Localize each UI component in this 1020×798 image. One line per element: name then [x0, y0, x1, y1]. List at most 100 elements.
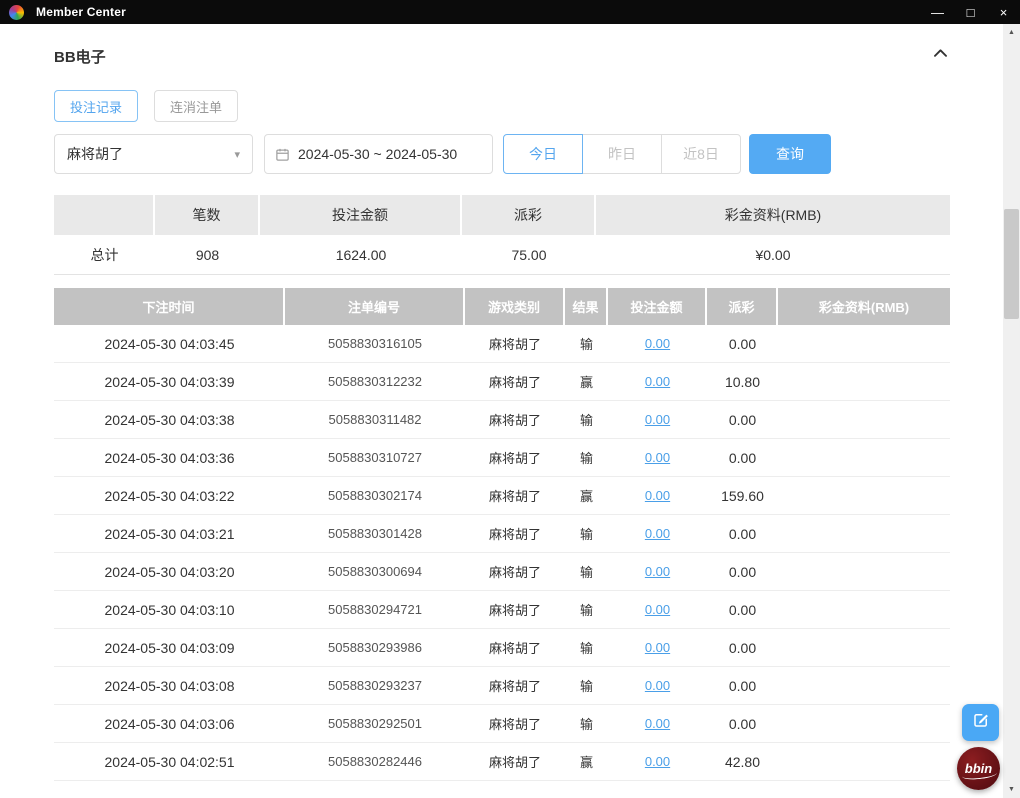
table-row: 2024-05-30 04:03:09 5058830293986 麻将胡了 输… — [54, 629, 950, 667]
game-select-value: 麻将胡了 — [67, 146, 123, 162]
cell-result: 赢 — [579, 755, 593, 770]
cell-game-type: 麻将胡了 — [488, 603, 541, 618]
scrollbar-thumb[interactable] — [1004, 209, 1019, 319]
cell-payout: 0.00 — [728, 563, 757, 580]
minimize-button[interactable]: — — [921, 0, 954, 24]
bet-table-body: 2024-05-30 04:03:45 5058830316105 麻将胡了 输… — [54, 325, 950, 781]
cell-game-type: 麻将胡了 — [488, 755, 541, 770]
summary-total-label: 总计 — [54, 235, 155, 274]
feedback-edit-button[interactable] — [962, 704, 999, 741]
bet-amount-link[interactable]: 0.00 — [645, 450, 670, 465]
summary-header-count: 笔数 — [155, 195, 260, 235]
bet-amount-link[interactable]: 0.00 — [645, 374, 670, 389]
titlebar: Member Center — □ × — [0, 0, 1020, 24]
summary-total-bet-amount: 1624.00 — [260, 235, 462, 274]
cell-game-type: 麻将胡了 — [488, 337, 541, 352]
vertical-scrollbar[interactable]: ▲ ▼ — [1003, 24, 1020, 798]
cell-payout: 0.00 — [728, 601, 757, 618]
summary-table: 笔数 投注金额 派彩 彩金资料(RMB) 总计 908 1624.00 75.0… — [54, 195, 950, 275]
cell-order-number: 5058830293237 — [328, 678, 422, 693]
window-title: Member Center — [36, 5, 126, 19]
cell-result: 输 — [579, 717, 593, 732]
bet-amount-link[interactable]: 0.00 — [645, 716, 670, 731]
maximize-button[interactable]: □ — [954, 0, 987, 24]
cell-game-type: 麻将胡了 — [488, 413, 541, 428]
bbin-logo-button[interactable]: bbin — [957, 747, 1000, 790]
table-row: 2024-05-30 04:03:10 5058830294721 麻将胡了 输… — [54, 591, 950, 629]
cell-order-number: 5058830282446 — [328, 754, 422, 769]
bet-records-table: 下注时间 注单编号 游戏类别 结果 投注金额 派彩 彩金资料(RMB) 2024… — [54, 288, 950, 781]
table-row: 2024-05-30 04:03:38 5058830311482 麻将胡了 输… — [54, 401, 950, 439]
bet-amount-link[interactable]: 0.00 — [645, 602, 670, 617]
app-window: Member Center — □ × BB电子 投注记录 连消注单 麻将胡了 … — [0, 0, 1020, 798]
cell-result: 赢 — [579, 489, 593, 504]
cell-bonus — [778, 591, 950, 628]
cell-bet-time: 2024-05-30 04:03:08 — [104, 677, 235, 694]
cell-bet-amount: 0.00 — [608, 553, 707, 590]
cell-bet-time: 2024-05-30 04:02:51 — [104, 753, 235, 770]
collapse-section-button[interactable] — [931, 44, 950, 68]
quick-range-today[interactable]: 今日 — [503, 134, 583, 174]
date-range-picker[interactable]: 2024-05-30 ~ 2024-05-30 — [264, 134, 493, 174]
game-select[interactable]: 麻将胡了 ▾ — [54, 134, 253, 174]
bet-amount-link[interactable]: 0.00 — [645, 754, 670, 769]
cell-result: 输 — [579, 679, 593, 694]
cell-bet-amount: 0.00 — [608, 743, 707, 780]
cell-payout: 159.60 — [721, 487, 764, 504]
header-payout: 派彩 — [707, 288, 778, 325]
bet-amount-link[interactable]: 0.00 — [645, 336, 670, 351]
cell-order-number: 5058830301428 — [328, 526, 422, 541]
header-order-number: 注单编号 — [285, 288, 465, 325]
cell-bet-time: 2024-05-30 04:03:22 — [104, 487, 235, 504]
cell-result: 输 — [579, 337, 593, 352]
cell-bet-time: 2024-05-30 04:03:38 — [104, 411, 235, 428]
summary-header-bonus: 彩金资料(RMB) — [596, 195, 950, 235]
section-header: BB电子 — [54, 46, 950, 66]
cell-bonus — [778, 401, 950, 438]
cell-payout: 0.00 — [728, 449, 757, 466]
cell-bet-amount: 0.00 — [608, 439, 707, 476]
bet-amount-link[interactable]: 0.00 — [645, 412, 670, 427]
table-row: 2024-05-30 04:03:20 5058830300694 麻将胡了 输… — [54, 553, 950, 591]
cell-order-number: 5058830311482 — [328, 412, 422, 427]
cell-bet-amount: 0.00 — [608, 629, 707, 666]
close-button[interactable]: × — [987, 0, 1020, 24]
cell-bonus — [778, 667, 950, 704]
bet-amount-link[interactable]: 0.00 — [645, 564, 670, 579]
cell-bonus — [778, 477, 950, 514]
cell-bonus — [778, 363, 950, 400]
record-tabs: 投注记录 连消注单 — [54, 90, 950, 122]
header-game-type: 游戏类别 — [465, 288, 565, 325]
cell-payout: 0.00 — [728, 525, 757, 542]
app-logo-icon — [9, 4, 24, 20]
table-row: 2024-05-30 04:02:51 5058830282446 麻将胡了 赢… — [54, 743, 950, 781]
cell-bet-time: 2024-05-30 04:03:09 — [104, 639, 235, 656]
cell-payout: 0.00 — [728, 677, 757, 694]
bet-amount-link[interactable]: 0.00 — [645, 678, 670, 693]
tab-cancelled-orders[interactable]: 连消注单 — [154, 90, 239, 122]
quick-range-yesterday[interactable]: 昨日 — [582, 134, 662, 174]
cell-order-number: 5058830302174 — [328, 488, 422, 503]
bet-amount-link[interactable]: 0.00 — [645, 526, 670, 541]
scroll-up-arrow-icon[interactable]: ▲ — [1003, 24, 1020, 41]
cell-bet-time: 2024-05-30 04:03:21 — [104, 525, 235, 542]
scroll-down-arrow-icon[interactable]: ▼ — [1003, 781, 1020, 798]
cell-bet-time: 2024-05-30 04:03:39 — [104, 373, 235, 390]
cell-payout: 0.00 — [728, 715, 757, 732]
search-button[interactable]: 查询 — [749, 134, 831, 174]
cell-bonus — [778, 705, 950, 742]
bet-amount-link[interactable]: 0.00 — [645, 640, 670, 655]
tab-bet-records[interactable]: 投注记录 — [54, 90, 139, 122]
summary-total-row: 总计 908 1624.00 75.00 ¥0.00 — [54, 235, 950, 275]
cell-order-number: 5058830310727 — [328, 450, 422, 465]
bet-table-header-row: 下注时间 注单编号 游戏类别 结果 投注金额 派彩 彩金资料(RMB) — [54, 288, 950, 325]
cell-bonus — [778, 439, 950, 476]
cell-bet-time: 2024-05-30 04:03:20 — [104, 563, 235, 580]
cell-payout: 0.00 — [728, 335, 757, 352]
cell-result: 输 — [579, 641, 593, 656]
table-row: 2024-05-30 04:03:08 5058830293237 麻将胡了 输… — [54, 667, 950, 705]
cell-order-number: 5058830294721 — [328, 602, 422, 617]
bet-amount-link[interactable]: 0.00 — [645, 488, 670, 503]
quick-range-last8days[interactable]: 近8日 — [661, 134, 741, 174]
header-bet-time: 下注时间 — [54, 288, 285, 325]
